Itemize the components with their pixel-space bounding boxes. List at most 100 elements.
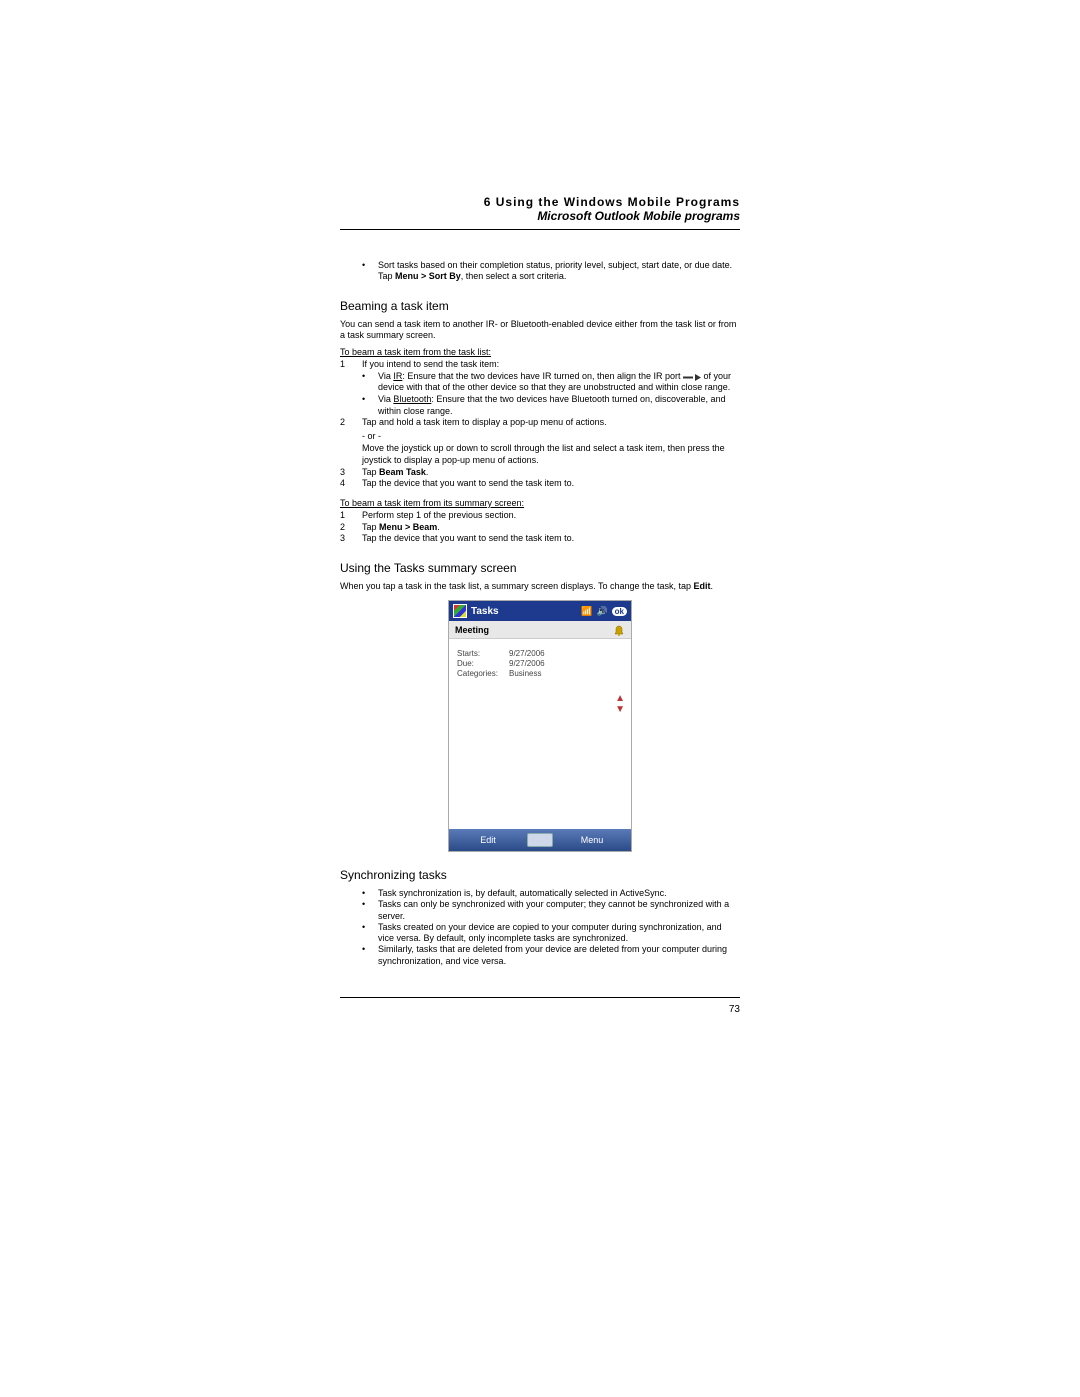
sort-bullet-text: Sort tasks based on their completion sta… [378, 260, 740, 283]
step-text: Tap the device that you want to send the… [362, 478, 740, 490]
step-text: Move the joystick up or down to scroll t… [362, 443, 740, 466]
step-text: Via IR: Ensure that the two devices have… [378, 371, 740, 394]
step-text: Tap Beam Task. [362, 467, 740, 479]
text: . [426, 467, 429, 477]
step-num: 3 [340, 467, 362, 479]
device-subbar: Meeting [449, 621, 631, 639]
bullet-dot: • [362, 888, 378, 899]
row-categories: Categories: Business [457, 669, 623, 678]
proc2-step-3: 3 Tap the device that you want to send t… [340, 533, 740, 545]
step-3: 3 Tap Beam Task. [340, 467, 740, 479]
device-titlebar: Tasks 📶 🔊 ok [449, 601, 631, 621]
step-1b: • Via Bluetooth: Ensure that the two dev… [340, 394, 740, 417]
step-text: Tap Menu > Beam. [362, 522, 740, 534]
step-text: Perform step 1 of the previous section. [362, 510, 740, 522]
expand-marker-icon: ▲▼ [615, 693, 625, 715]
or-separator: - or - [340, 431, 740, 441]
step-2-alt: Move the joystick up or down to scroll t… [340, 443, 740, 466]
proc2-step-1: 1 Perform step 1 of the previous section… [340, 510, 740, 522]
bullet-dot: • [362, 922, 378, 945]
beaming-intro: You can send a task item to another IR- … [340, 319, 740, 342]
step-num: 3 [340, 533, 362, 545]
step-1a: • Via IR: Ensure that the two devices ha… [340, 371, 740, 394]
signal-icon: 📶 [581, 606, 592, 617]
text: , then select a sort criteria. [461, 271, 567, 281]
speaker-icon: 🔊 [596, 606, 607, 617]
document-page: 6 Using the Windows Mobile Programs Micr… [340, 195, 740, 1015]
step-num: 2 [340, 417, 362, 429]
text: . [711, 581, 714, 591]
heading-synchronizing: Synchronizing tasks [340, 868, 740, 882]
sync-bullet-3: • Tasks created on your device are copie… [340, 922, 740, 945]
device-status-icons: 📶 🔊 ok [581, 606, 627, 617]
text-bold: Menu > Beam [379, 522, 437, 532]
step-text: If you intend to send the task item: [362, 359, 740, 371]
step-num: 4 [340, 478, 362, 490]
step-2: 2 Tap and hold a task item to display a … [340, 417, 740, 429]
text: Tap [362, 467, 379, 477]
text-bold: Beam Task [379, 467, 426, 477]
reminder-bell-icon [613, 624, 625, 636]
heading-summary-screen: Using the Tasks summary screen [340, 561, 740, 575]
page-number: 73 [340, 1004, 740, 1015]
device-keyboard-icon [527, 833, 553, 847]
footer-rule [340, 997, 740, 998]
text: Via [378, 371, 393, 381]
text: . [437, 522, 440, 532]
ir-port-icon [683, 373, 701, 380]
value-starts: 9/27/2006 [509, 649, 545, 658]
step-text: Tap the device that you want to send the… [362, 533, 740, 545]
value-categories: Business [509, 669, 541, 678]
device-body: Starts: 9/27/2006 Due: 9/27/2006 Categor… [449, 639, 631, 829]
ok-button: ok [612, 607, 627, 616]
header-rule [340, 229, 740, 230]
text: : Ensure that the two devices have Bluet… [378, 394, 726, 416]
chapter-title: 6 Using the Windows Mobile Programs [340, 195, 740, 209]
step-num: 1 [340, 510, 362, 522]
label-categories: Categories: [457, 669, 509, 678]
summary-intro: When you tap a task in the task list, a … [340, 581, 740, 592]
device-menu-button: Menu [553, 831, 631, 849]
step-text: Tap and hold a task item to display a po… [362, 417, 740, 429]
device-edit-button: Edit [449, 831, 527, 849]
sync-bullet-2: • Tasks can only be synchronized with yo… [340, 899, 740, 922]
text: Via [378, 394, 393, 404]
text-bold: Menu > Sort By [395, 271, 461, 281]
bullet-dot: • [362, 371, 378, 394]
value-due: 9/27/2006 [509, 659, 545, 668]
heading-beaming: Beaming a task item [340, 299, 740, 313]
task-title: Meeting [455, 625, 489, 635]
proc2-title: To beam a task item from its summary scr… [340, 498, 740, 508]
bullet-dot: • [362, 899, 378, 922]
text: Tap [362, 522, 379, 532]
device-footer: Edit Menu [449, 829, 631, 851]
row-due: Due: 9/27/2006 [457, 659, 623, 668]
step-num: 2 [340, 522, 362, 534]
label-due: Due: [457, 659, 509, 668]
sync-bullet-4: • Similarly, tasks that are deleted from… [340, 944, 740, 967]
device-screenshot: Tasks 📶 🔊 ok Meeting Starts: 9/27/2006 D… [448, 600, 632, 852]
step-4: 4 Tap the device that you want to send t… [340, 478, 740, 490]
sync-bullet-1: • Task synchronization is, by default, a… [340, 888, 740, 899]
label-starts: Starts: [457, 649, 509, 658]
proc1-title: To beam a task item from the task list: [340, 347, 740, 357]
sort-bullet: • Sort tasks based on their completion s… [340, 260, 740, 283]
bullet-text: Task synchronization is, by default, aut… [378, 888, 740, 899]
text: : Ensure that the two devices have IR tu… [402, 371, 683, 381]
chapter-subtitle: Microsoft Outlook Mobile programs [340, 209, 740, 223]
step-num-empty [340, 443, 362, 466]
device-app-title: Tasks [471, 606, 581, 617]
bullet-text: Similarly, tasks that are deleted from y… [378, 944, 740, 967]
text-bold: Edit [694, 581, 711, 591]
windows-flag-icon [453, 604, 467, 618]
page-header: 6 Using the Windows Mobile Programs Micr… [340, 195, 740, 223]
step-1: 1 If you intend to send the task item: [340, 359, 740, 371]
step-num: 1 [340, 359, 362, 371]
bullet-dot: • [362, 260, 378, 283]
text-underline: IR [393, 371, 402, 381]
bullet-text: Tasks created on your device are copied … [378, 922, 740, 945]
bullet-dot: • [362, 394, 378, 417]
proc2-step-2: 2 Tap Menu > Beam. [340, 522, 740, 534]
row-starts: Starts: 9/27/2006 [457, 649, 623, 658]
step-text: Via Bluetooth: Ensure that the two devic… [378, 394, 740, 417]
